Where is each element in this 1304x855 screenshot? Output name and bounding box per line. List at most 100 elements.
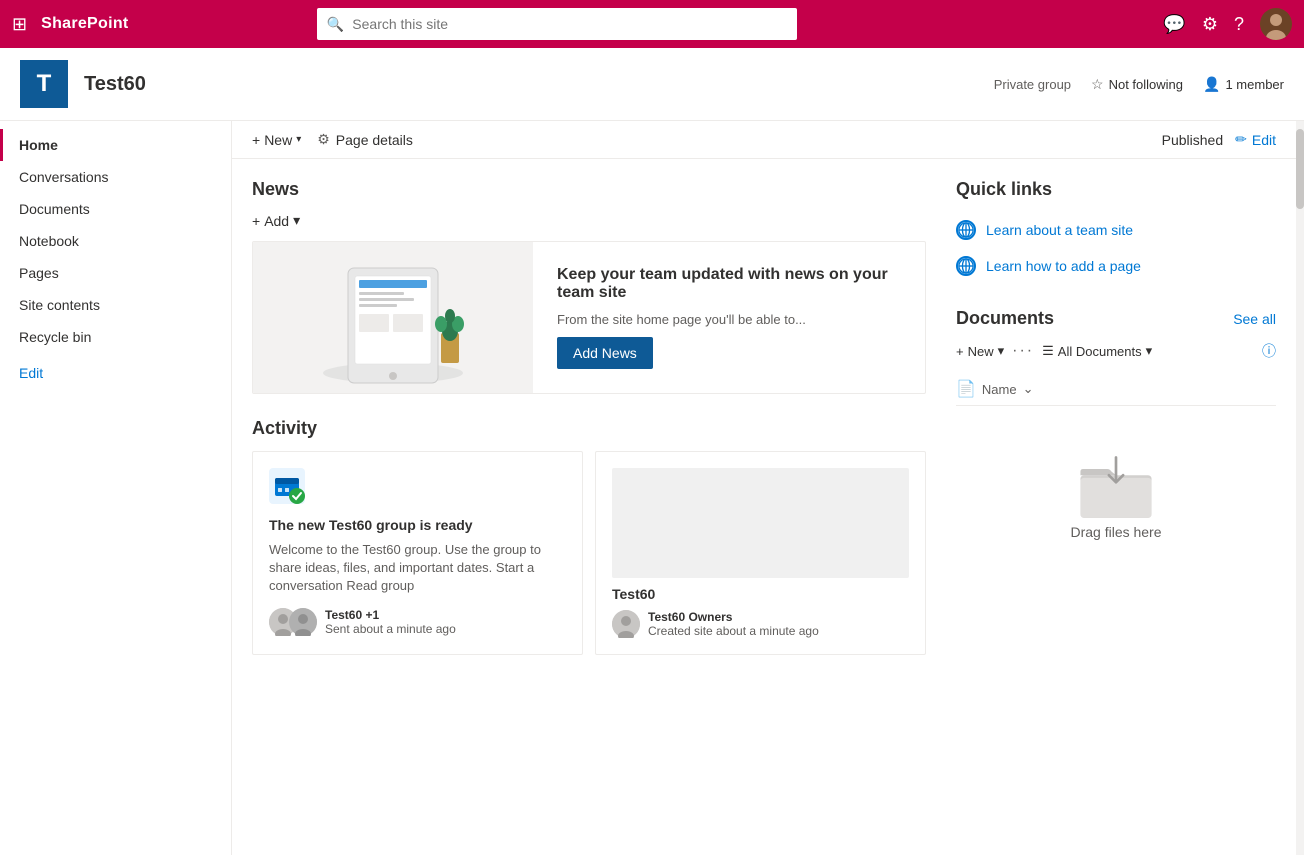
right-column: Quick links Learn about a team site Lear…	[956, 179, 1276, 655]
pencil-icon: ✏	[1235, 131, 1247, 148]
docs-view-label: All Documents	[1058, 344, 1142, 359]
new-label: New	[264, 132, 292, 148]
sidebar-item-notebook[interactable]: Notebook	[0, 225, 231, 257]
published-badge: Published	[1162, 132, 1224, 148]
sidebar-item-home[interactable]: Home	[0, 129, 231, 161]
member-count: 1 member	[1225, 77, 1284, 92]
activity-card-1: The new Test60 group is ready Welcome to…	[252, 451, 583, 655]
top-navigation: ⊞ SharePoint 🔍 💬 ⚙ ?	[0, 0, 1304, 48]
toolbar-right: Published ✏ Edit	[1162, 131, 1276, 148]
site-meta: Private group ☆ Not following 👤 1 member	[994, 76, 1284, 93]
documents-section: Documents See all + New ▾ ··· ☰ All Docu…	[956, 308, 1276, 580]
chevron-down-icon-view: ▾	[1146, 343, 1153, 359]
not-following-button[interactable]: ☆ Not following	[1091, 76, 1183, 93]
edit-button[interactable]: ✏ Edit	[1235, 131, 1276, 148]
chevron-down-icon: ▾	[293, 212, 300, 229]
activity-title: Activity	[252, 418, 926, 439]
plus-icon: +	[252, 132, 260, 148]
private-group-label: Private group	[994, 77, 1071, 92]
activity-section: Activity	[252, 418, 926, 655]
scrollbar-thumb[interactable]	[1296, 129, 1304, 209]
sidebar-item-edit[interactable]: Edit	[0, 357, 231, 389]
activity-card-2-footer: Test60 Owners Created site about a minut…	[612, 610, 909, 638]
activity-card-1-title: The new Test60 group is ready	[269, 517, 566, 533]
add-label: Add	[264, 213, 289, 229]
plus-icon-docs: +	[956, 344, 964, 359]
avatar-3	[612, 610, 640, 638]
docs-more-button[interactable]: ···	[1012, 342, 1034, 360]
activity-card-1-timestamp: Sent about a minute ago	[325, 622, 456, 636]
news-card-content: Keep your team updated with news on your…	[533, 242, 925, 393]
content-body: News + Add ▾	[232, 159, 1296, 675]
activity-card-2-author: Test60 Owners	[648, 610, 819, 624]
activity-card-2-title: Test60	[612, 586, 909, 602]
activity-card-1-author: Test60 +1	[325, 608, 456, 622]
activity-card-1-text: Welcome to the Test60 group. Use the gro…	[269, 541, 566, 596]
docs-view-button[interactable]: ☰ All Documents ▾	[1042, 343, 1152, 359]
chat-icon[interactable]: 💬	[1163, 14, 1185, 35]
docs-new-button[interactable]: + New ▾	[956, 343, 1004, 359]
activity-card-1-footer: Test60 +1 Sent about a minute ago	[269, 608, 566, 636]
person-icon: 👤	[1203, 76, 1220, 93]
activity-card-2: Test60 Test60 Owners Created site about …	[595, 451, 926, 655]
activity-card-2-image	[612, 468, 909, 578]
activity-card-2-meta: Test60 Owners Created site about a minut…	[648, 610, 819, 638]
docs-column-header: 📄 Name ⌄	[956, 373, 1276, 406]
content-toolbar: + New ▾ ⚙ Page details Published ✏ Edit	[232, 121, 1296, 159]
new-button[interactable]: + New ▾	[252, 132, 301, 148]
sharepoint-logo: SharePoint	[41, 15, 128, 33]
avatar-2	[289, 608, 317, 636]
sidebar-item-conversations[interactable]: Conversations	[0, 161, 231, 193]
avatar-group	[269, 608, 317, 636]
member-info: 👤 1 member	[1203, 76, 1284, 93]
activity-card-1-icon	[269, 468, 566, 507]
chevron-down-icon-docs: ▾	[998, 343, 1005, 359]
globe-icon-1	[956, 220, 976, 240]
page-details-label: Page details	[336, 132, 413, 148]
sidebar-item-documents[interactable]: Documents	[0, 193, 231, 225]
list-icon: ☰	[1042, 343, 1054, 359]
docs-new-label: New	[968, 344, 994, 359]
user-avatar[interactable]	[1260, 8, 1292, 40]
search-input[interactable]	[352, 16, 787, 32]
main-container: Home Conversations Documents Notebook Pa…	[0, 121, 1304, 855]
star-icon: ☆	[1091, 76, 1104, 93]
quick-links-title: Quick links	[956, 179, 1276, 200]
sidebar: Home Conversations Documents Notebook Pa…	[0, 121, 232, 855]
left-column: News + Add ▾	[252, 179, 926, 655]
chevron-down-icon: ▾	[296, 134, 301, 145]
waffle-icon[interactable]: ⊞	[12, 14, 27, 35]
activity-card-1-meta: Test60 +1 Sent about a minute ago	[325, 608, 456, 636]
quick-link-1[interactable]: Learn about a team site	[956, 212, 1276, 248]
news-body: From the site home page you'll be able t…	[557, 312, 901, 327]
site-logo: T	[20, 60, 68, 108]
see-all-link[interactable]: See all	[1233, 311, 1276, 327]
quick-link-2-label: Learn how to add a page	[986, 258, 1141, 274]
globe-icon-2	[956, 256, 976, 276]
quick-link-2[interactable]: Learn how to add a page	[956, 248, 1276, 284]
news-heading: Keep your team updated with news on your…	[557, 266, 901, 302]
name-column-header: Name	[982, 382, 1017, 397]
search-bar[interactable]: 🔍	[317, 8, 797, 40]
page-details-button[interactable]: ⚙ Page details	[317, 131, 413, 148]
sort-icon: ⌄	[1023, 381, 1034, 397]
sidebar-item-site-contents[interactable]: Site contents	[0, 289, 231, 321]
content-area: + New ▾ ⚙ Page details Published ✏ Edit	[232, 121, 1296, 855]
scrollbar[interactable]	[1296, 121, 1304, 855]
quick-links-section: Quick links Learn about a team site Lear…	[956, 179, 1276, 284]
add-news-button[interactable]: Add News	[557, 337, 653, 369]
not-following-label: Not following	[1109, 77, 1183, 92]
search-icon: 🔍	[327, 16, 344, 33]
sidebar-item-recycle-bin[interactable]: Recycle bin	[0, 321, 231, 353]
activity-card-2-timestamp: Created site about a minute ago	[648, 624, 819, 638]
sidebar-item-pages[interactable]: Pages	[0, 257, 231, 289]
info-icon[interactable]: ⓘ	[1262, 341, 1276, 361]
help-icon[interactable]: ?	[1234, 14, 1244, 35]
news-title: News	[252, 179, 926, 200]
add-news-dropdown-button[interactable]: + Add ▾	[252, 212, 300, 229]
plus-icon-small: +	[252, 213, 260, 229]
settings-icon[interactable]: ⚙	[1202, 14, 1218, 35]
drag-files-area: Drag files here	[956, 414, 1276, 580]
quick-link-1-label: Learn about a team site	[986, 222, 1133, 238]
top-nav-right: 💬 ⚙ ?	[1163, 8, 1292, 40]
